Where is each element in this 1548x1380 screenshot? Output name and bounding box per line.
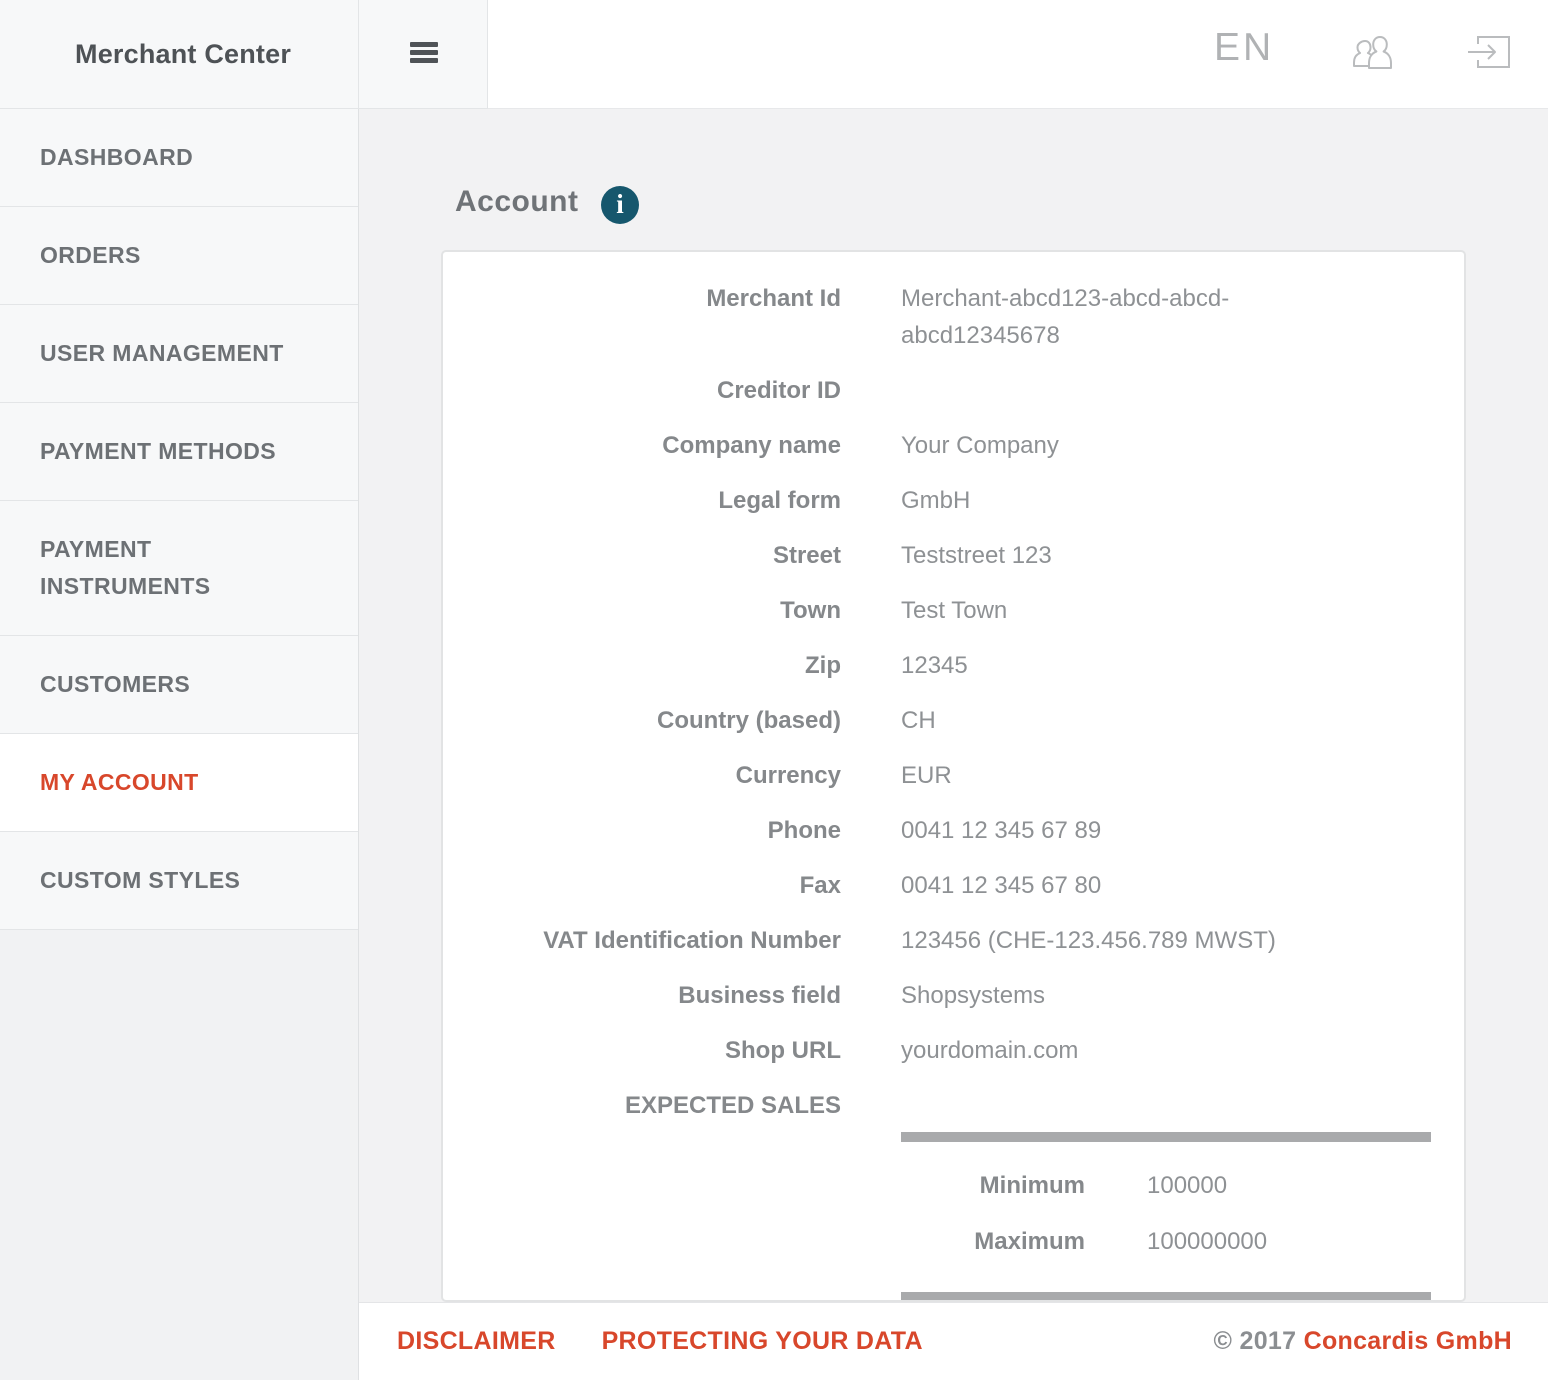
field-value: Your Company bbox=[901, 427, 1333, 464]
field-label: Phone bbox=[443, 812, 841, 849]
field-label: Merchant Id bbox=[443, 280, 841, 354]
users-icon[interactable] bbox=[1351, 35, 1397, 77]
sidebar-toggle-button[interactable] bbox=[359, 0, 488, 109]
sidebar-item-customers[interactable]: CUSTOMERS bbox=[0, 636, 358, 734]
hamburger-icon bbox=[410, 42, 438, 66]
field-row: Merchant Id Merchant-abcd123-abcd-abcd-a… bbox=[443, 280, 1464, 354]
sidebar-item-label: USER MANAGEMENT bbox=[40, 335, 284, 372]
footer-link-protecting-your-data[interactable]: PROTECTING YOUR DATA bbox=[602, 1327, 923, 1356]
footer: DISCLAIMER PROTECTING YOUR DATA © 2017 C… bbox=[359, 1302, 1548, 1380]
footer-link-disclaimer[interactable]: DISCLAIMER bbox=[397, 1327, 556, 1356]
maximum-label: Maximum bbox=[443, 1223, 1085, 1260]
sidebar-item-label: ORDERS bbox=[40, 237, 141, 274]
field-row: Phone 0041 12 345 67 89 bbox=[443, 812, 1464, 849]
maximum-value: 100000000 bbox=[1147, 1223, 1267, 1260]
field-value: CH bbox=[901, 702, 1333, 739]
expected-sales-divider-bottom bbox=[901, 1292, 1431, 1302]
field-value: 0041 12 345 67 89 bbox=[901, 812, 1333, 849]
sidebar-item-dashboard[interactable]: DASHBOARD bbox=[0, 109, 358, 207]
field-label: Business field bbox=[443, 977, 841, 1014]
field-label: Currency bbox=[443, 757, 841, 794]
field-label: Town bbox=[443, 592, 841, 629]
account-fields: Merchant Id Merchant-abcd123-abcd-abcd-a… bbox=[443, 252, 1464, 1302]
app-title: Merchant Center bbox=[0, 0, 359, 109]
sidebar-item-label: CUSTOMERS bbox=[40, 666, 190, 703]
field-row: Company name Your Company bbox=[443, 427, 1464, 464]
sidebar-item-label: PAYMENT INSTRUMENTS bbox=[40, 531, 288, 605]
field-row: Creditor ID bbox=[443, 372, 1464, 409]
field-value: Teststreet 123 bbox=[901, 537, 1333, 574]
field-value: GmbH bbox=[901, 482, 1333, 519]
field-row: Business field Shopsystems bbox=[443, 977, 1464, 1014]
field-row: Legal form GmbH bbox=[443, 482, 1464, 519]
field-value: Test Town bbox=[901, 592, 1333, 629]
minimum-row: Minimum 100000 bbox=[443, 1167, 1464, 1204]
field-value bbox=[901, 372, 1333, 409]
minimum-value: 100000 bbox=[1147, 1167, 1227, 1204]
field-value: Merchant-abcd123-abcd-abcd-abcd12345678 bbox=[901, 280, 1333, 354]
expected-sales-label: EXPECTED SALES bbox=[443, 1087, 841, 1124]
account-card: Merchant Id Merchant-abcd123-abcd-abcd-a… bbox=[441, 250, 1466, 1302]
sidebar-item-user-management[interactable]: USER MANAGEMENT bbox=[0, 305, 358, 403]
logout-icon[interactable] bbox=[1466, 33, 1512, 76]
field-row: Shop URL yourdomain.com bbox=[443, 1032, 1464, 1069]
field-label: Fax bbox=[443, 867, 841, 904]
expected-sales-row: EXPECTED SALES bbox=[443, 1087, 1464, 1124]
language-selector[interactable]: EN bbox=[1214, 26, 1274, 70]
maximum-row: Maximum 100000000 bbox=[443, 1223, 1464, 1260]
sidebar-item-label: DASHBOARD bbox=[40, 139, 193, 176]
field-label: Shop URL bbox=[443, 1032, 841, 1069]
field-row: Country (based) CH bbox=[443, 702, 1464, 739]
field-row: Zip 12345 bbox=[443, 647, 1464, 684]
field-row: Fax 0041 12 345 67 80 bbox=[443, 867, 1464, 904]
field-label: Country (based) bbox=[443, 702, 841, 739]
copyright: © 2017 Concardis GmbH bbox=[1214, 1327, 1512, 1356]
field-value: yourdomain.com bbox=[901, 1032, 1333, 1069]
sidebar-item-custom-styles[interactable]: CUSTOM STYLES bbox=[0, 832, 358, 930]
sidebar-item-payment-instruments[interactable]: PAYMENT INSTRUMENTS bbox=[0, 501, 358, 636]
sidebar-nav: DASHBOARD ORDERS USER MANAGEMENT PAYMENT… bbox=[0, 109, 359, 1380]
field-value: 123456 (CHE-123.456.789 MWST) bbox=[901, 922, 1333, 959]
header: Merchant Center EN bbox=[0, 0, 1548, 109]
field-row: Street Teststreet 123 bbox=[443, 537, 1464, 574]
field-label: Zip bbox=[443, 647, 841, 684]
field-label: Street bbox=[443, 537, 841, 574]
sidebar-item-label: CUSTOM STYLES bbox=[40, 862, 240, 899]
field-row: VAT Identification Number 123456 (CHE-12… bbox=[443, 922, 1464, 959]
field-label: Legal form bbox=[443, 482, 841, 519]
field-label: VAT Identification Number bbox=[443, 922, 841, 959]
sidebar-item-my-account[interactable]: MY ACCOUNT bbox=[0, 734, 358, 832]
merchant-center-app: Merchant Center EN DASHBOARD bbox=[0, 0, 1548, 1380]
expected-sales-divider-top bbox=[901, 1132, 1431, 1142]
info-icon[interactable]: i bbox=[601, 186, 639, 224]
minimum-label: Minimum bbox=[443, 1167, 1085, 1204]
field-value: 0041 12 345 67 80 bbox=[901, 867, 1333, 904]
sidebar-item-orders[interactable]: ORDERS bbox=[0, 207, 358, 305]
field-value: 12345 bbox=[901, 647, 1333, 684]
field-value: EUR bbox=[901, 757, 1333, 794]
copyright-year: © 2017 bbox=[1214, 1327, 1297, 1355]
sidebar-item-payment-methods[interactable]: PAYMENT METHODS bbox=[0, 403, 358, 501]
field-label: Creditor ID bbox=[443, 372, 841, 409]
field-value: Shopsystems bbox=[901, 977, 1333, 1014]
field-label: Company name bbox=[443, 427, 841, 464]
page-title: Account bbox=[455, 185, 579, 219]
sidebar-item-label: MY ACCOUNT bbox=[40, 764, 199, 801]
field-row: Currency EUR bbox=[443, 757, 1464, 794]
copyright-company-link[interactable]: Concardis GmbH bbox=[1304, 1327, 1512, 1355]
sidebar-item-label: PAYMENT METHODS bbox=[40, 433, 276, 470]
field-row: Town Test Town bbox=[443, 592, 1464, 629]
